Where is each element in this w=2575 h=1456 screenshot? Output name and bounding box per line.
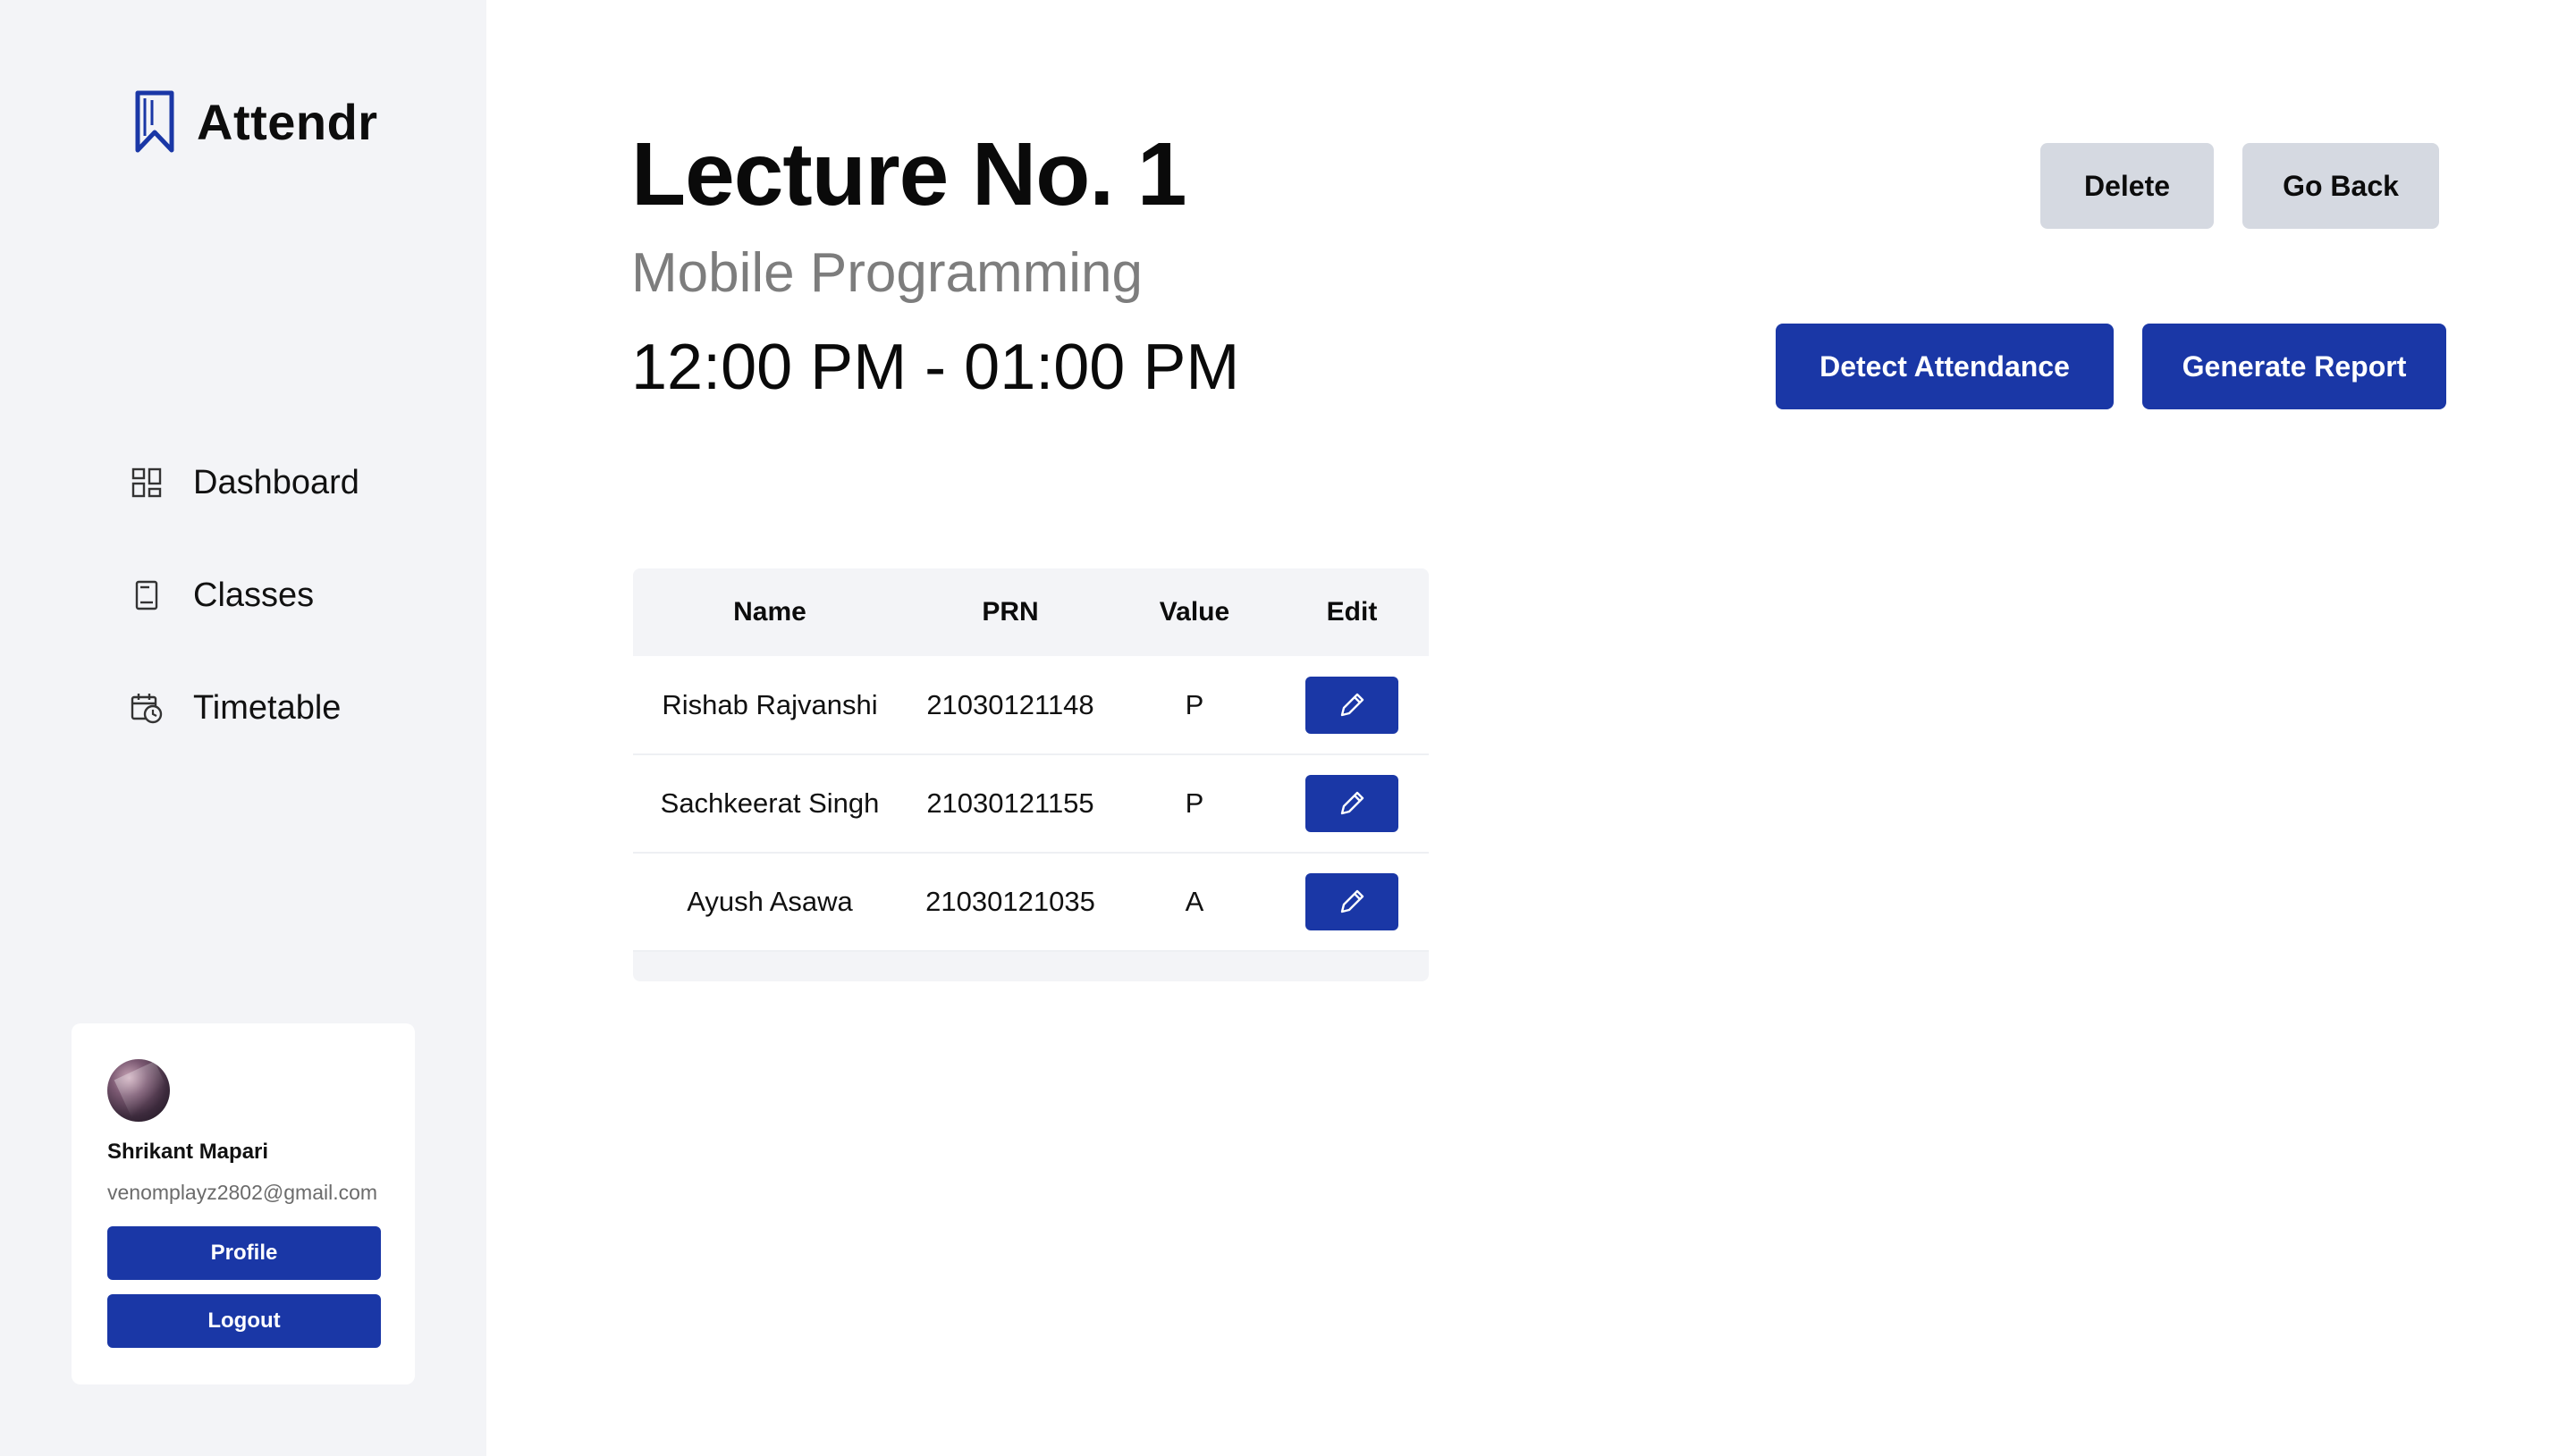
brand[interactable]: Attendr	[132, 86, 378, 157]
edit-cell	[1275, 853, 1429, 951]
pencil-icon	[1340, 791, 1364, 815]
attendance-value: A	[1185, 886, 1204, 917]
subject-name: Mobile Programming	[631, 242, 1143, 304]
column-header-prn: PRN	[982, 597, 1039, 627]
sidebar-item-label: Classes	[193, 576, 315, 614]
attendance-table: Name PRN Value Edit Rishab Rajvanshi 210…	[633, 568, 1429, 981]
user-name: Shrikant Mapari	[107, 1140, 269, 1164]
student-name: Ayush Asawa	[687, 886, 853, 917]
pencil-icon	[1340, 693, 1364, 716]
book-icon	[135, 580, 158, 610]
table-header-row: Name PRN Value Edit	[633, 568, 1429, 656]
user-email: venomplayz2802@gmail.com	[107, 1181, 378, 1204]
edit-button[interactable]	[1305, 873, 1398, 930]
sidebar-item-timetable[interactable]: Timetable	[131, 681, 359, 735]
grid-icon	[131, 467, 162, 498]
edit-button[interactable]	[1305, 775, 1398, 832]
go-back-button[interactable]: Go Back	[2242, 143, 2439, 229]
avatar[interactable]	[107, 1059, 170, 1122]
column-header-name: Name	[733, 597, 806, 627]
sidebar-item-label: Timetable	[193, 688, 342, 727]
column-header-edit: Edit	[1326, 597, 1378, 627]
detect-attendance-button[interactable]: Detect Attendance	[1776, 324, 2114, 409]
main-content: Lecture No. 1 Mobile Programming 12:00 P…	[486, 0, 2575, 1456]
student-name: Rishab Rajvanshi	[662, 688, 878, 720]
generate-report-button[interactable]: Generate Report	[2142, 324, 2446, 409]
table-row: Rishab Rajvanshi 21030121148 P	[633, 656, 1429, 754]
delete-button[interactable]: Delete	[2040, 143, 2214, 229]
sidebar: Attendr Dashboard Classes Timetable Shri…	[0, 0, 486, 1456]
column-header-value: Value	[1159, 597, 1230, 627]
edit-cell	[1275, 754, 1429, 853]
student-name: Sachkeerat Singh	[660, 787, 880, 819]
page-title: Lecture No. 1	[631, 124, 1186, 224]
app-root: Attendr Dashboard Classes Timetable Shri…	[0, 0, 2575, 1456]
sidebar-item-dashboard[interactable]: Dashboard	[131, 456, 359, 509]
attendance-value: P	[1185, 688, 1204, 720]
lecture-time: 12:00 PM - 01:00 PM	[631, 332, 1240, 403]
table-row: Sachkeerat Singh 21030121155 P	[633, 754, 1429, 853]
edit-cell	[1275, 656, 1429, 754]
profile-button[interactable]: Profile	[107, 1226, 381, 1280]
student-prn: 21030121035	[925, 886, 1095, 917]
logout-button[interactable]: Logout	[107, 1294, 381, 1348]
pencil-icon	[1340, 889, 1364, 913]
sidebar-item-classes[interactable]: Classes	[131, 568, 359, 622]
brand-name: Attendr	[197, 93, 378, 150]
user-card: Shrikant Mapari venomplayz2802@gmail.com…	[72, 1023, 415, 1384]
student-prn: 21030121148	[926, 688, 1094, 720]
bookmark-logo-icon	[135, 90, 174, 153]
calendar-clock-icon	[131, 694, 163, 724]
student-prn: 21030121155	[926, 787, 1094, 819]
edit-button[interactable]	[1305, 676, 1398, 734]
sidebar-item-label: Dashboard	[193, 463, 359, 501]
table-row: Ayush Asawa 21030121035 A	[633, 853, 1429, 951]
attendance-value: P	[1185, 787, 1204, 819]
sidebar-nav: Dashboard Classes Timetable	[131, 456, 359, 794]
